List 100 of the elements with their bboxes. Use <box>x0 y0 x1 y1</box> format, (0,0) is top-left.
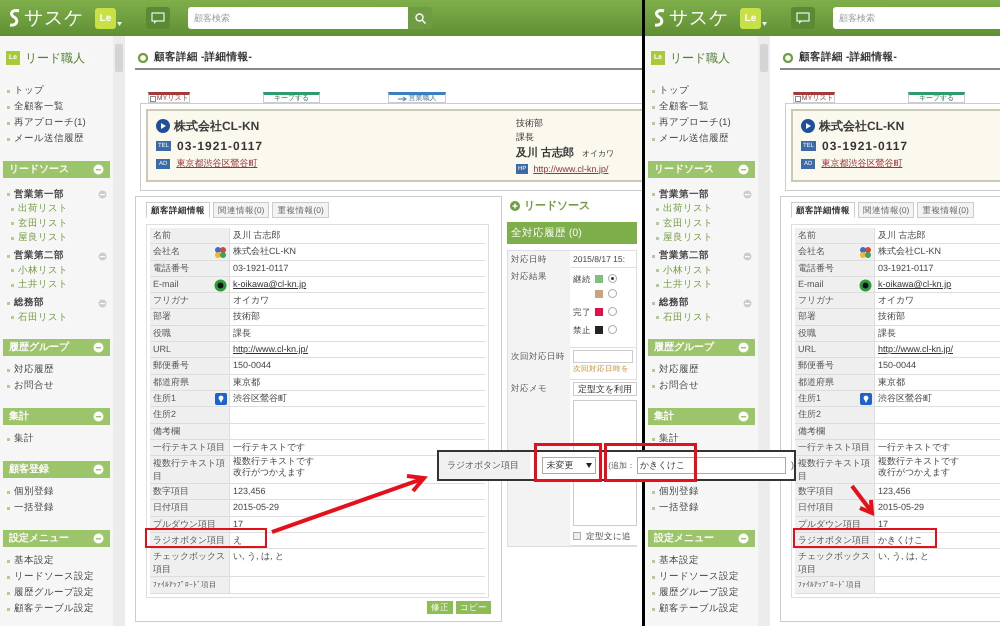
menu-link[interactable]: 再アプローチ(1) <box>14 117 86 129</box>
folder-link[interactable]: 総務部 <box>14 297 94 309</box>
field-value: 渋谷区鶯谷町 <box>233 392 287 405</box>
add-value-field[interactable]: かきくけこ <box>636 457 786 474</box>
value-link[interactable]: k-oikawa@cl-kn.jp <box>233 276 306 291</box>
menu-link[interactable]: メール送信履歴 <box>14 133 84 145</box>
menu-link[interactable]: リードソース設定 <box>659 571 739 583</box>
field-value: 及川 古志郎 <box>878 229 926 242</box>
menu-link[interactable]: 集計 <box>659 433 679 445</box>
checkbox[interactable] <box>794 96 801 102</box>
folder-link[interactable]: 営業第一部 <box>659 188 739 200</box>
field-label: プルダウン項目 <box>798 518 862 531</box>
radio-button[interactable] <box>608 274 617 283</box>
detail-tab[interactable]: 顧客詳細情報 <box>146 202 210 218</box>
search-field[interactable]: 顧客検索 <box>833 7 1000 29</box>
collapse-icon <box>93 342 104 353</box>
menu-link[interactable]: トップ <box>14 85 44 97</box>
website-link[interactable]: http://www.cl-kn.jp/ <box>533 162 608 176</box>
detail-tab[interactable]: 関連情報(0) <box>858 202 914 218</box>
menu-link[interactable]: お問合せ <box>659 380 699 392</box>
bullet-icon <box>652 608 655 610</box>
field-value: 123,456 <box>233 485 266 498</box>
folder-link[interactable]: 総務部 <box>659 297 739 309</box>
bullet-icon <box>11 316 14 320</box>
scrollbar[interactable] <box>758 36 770 626</box>
menu-link[interactable]: 顧客テーブル設定 <box>14 603 94 615</box>
menu-link[interactable]: 全顧客一覧 <box>659 101 709 113</box>
menu-link[interactable]: メール送信履歴 <box>659 133 729 145</box>
person-name: 及川 古志郎 <box>516 146 574 161</box>
bullet-icon <box>7 560 10 562</box>
field-value: 123,456 <box>878 485 911 498</box>
caret-icon <box>586 463 592 468</box>
caret-icon <box>762 22 767 26</box>
menu-link[interactable]: 一括登録 <box>659 502 699 514</box>
field-label: 数字項目 <box>798 485 835 498</box>
address-link[interactable]: 東京都渋谷区鶯谷町 <box>176 157 258 171</box>
field-value: 課長 <box>233 326 251 340</box>
value-link[interactable]: http://www.cl-kn.jp/ <box>233 342 308 356</box>
detail-tab[interactable]: 関連情報(0) <box>213 202 270 218</box>
menu-link[interactable]: 個別登録 <box>14 486 54 498</box>
collapse-icon <box>98 298 107 308</box>
bullet-icon <box>7 576 10 578</box>
menu-link[interactable]: リードソース設定 <box>14 571 94 583</box>
radio-button[interactable] <box>608 325 617 334</box>
result-label: 完了 <box>573 306 590 318</box>
collapse-icon <box>93 164 104 175</box>
menu-link[interactable]: 対応履歴 <box>659 364 699 376</box>
checkbox-label: 定型文に追 <box>586 530 631 542</box>
section-title: 履歴グループ <box>9 342 69 354</box>
field-label: ラジオボタン項目 <box>153 534 226 548</box>
radio-button[interactable] <box>608 289 617 298</box>
value-dropdown[interactable]: 未変更 <box>542 457 596 474</box>
scrollbar-thumb[interactable] <box>760 44 768 72</box>
bullet-icon <box>652 193 655 196</box>
search-field[interactable]: 顧客検索 <box>188 7 408 29</box>
scrollbar-thumb[interactable] <box>115 44 123 72</box>
field-label: ラジオボタン項目 <box>798 534 871 548</box>
menu-link[interactable]: 顧客テーブル設定 <box>659 603 739 615</box>
bullet-icon <box>656 284 659 287</box>
radio-button[interactable] <box>608 307 617 316</box>
menu-link[interactable]: 再アプローチ(1) <box>659 117 731 129</box>
menu-link[interactable]: 履歴グループ設定 <box>14 587 94 599</box>
menu-link[interactable]: 個別登録 <box>659 486 699 498</box>
address-link[interactable]: 東京都渋谷区鶯谷町 <box>821 157 902 171</box>
detail-tab[interactable]: 顧客詳細情報 <box>791 202 855 218</box>
section-title: 顧客登録 <box>9 464 49 476</box>
detail-tab[interactable]: 重複情報(0) <box>272 202 329 218</box>
field-label: フリガナ <box>798 294 835 308</box>
field-label: 住所1 <box>798 392 822 405</box>
checkbox[interactable] <box>573 532 581 540</box>
checkbox[interactable] <box>150 96 156 102</box>
menu-link[interactable]: 基本設定 <box>14 555 54 567</box>
menu-link[interactable]: 集計 <box>14 433 34 445</box>
detail-tab[interactable]: 重複情報(0) <box>917 202 974 218</box>
template-select[interactable]: 定型文を利用 <box>573 382 637 396</box>
menu-link[interactable]: お問合せ <box>14 380 54 392</box>
menu-link[interactable]: 全顧客一覧 <box>14 101 64 113</box>
menu-link[interactable]: トップ <box>659 85 689 97</box>
bullet-icon <box>656 208 659 211</box>
search-button[interactable] <box>408 7 432 29</box>
folder-link[interactable]: 営業第一部 <box>14 188 94 200</box>
folder-link[interactable]: 営業第二部 <box>14 250 94 262</box>
chat-icon <box>151 12 165 24</box>
chat-icon <box>796 12 810 24</box>
bullet-icon <box>652 122 655 124</box>
value-link[interactable]: http://www.cl-kn.jp/ <box>878 342 954 356</box>
section-title: 履歴グループ <box>654 342 714 354</box>
menu-link[interactable]: 一括登録 <box>14 502 54 514</box>
search-icon <box>414 12 426 24</box>
value-link[interactable]: k-oikawa@cl-kn.jp <box>878 276 952 291</box>
menu-link[interactable]: 基本設定 <box>659 555 699 567</box>
scrollbar[interactable] <box>113 36 125 626</box>
chat-button[interactable] <box>791 7 815 29</box>
chat-button[interactable] <box>146 7 170 29</box>
date-input[interactable] <box>573 350 633 363</box>
field-value: 東京都 <box>233 376 260 389</box>
menu-link[interactable]: 履歴グループ設定 <box>659 587 739 599</box>
field-value: い, う, は, と <box>878 550 930 564</box>
menu-link[interactable]: 対応履歴 <box>14 364 54 376</box>
folder-link[interactable]: 営業第二部 <box>659 250 739 262</box>
